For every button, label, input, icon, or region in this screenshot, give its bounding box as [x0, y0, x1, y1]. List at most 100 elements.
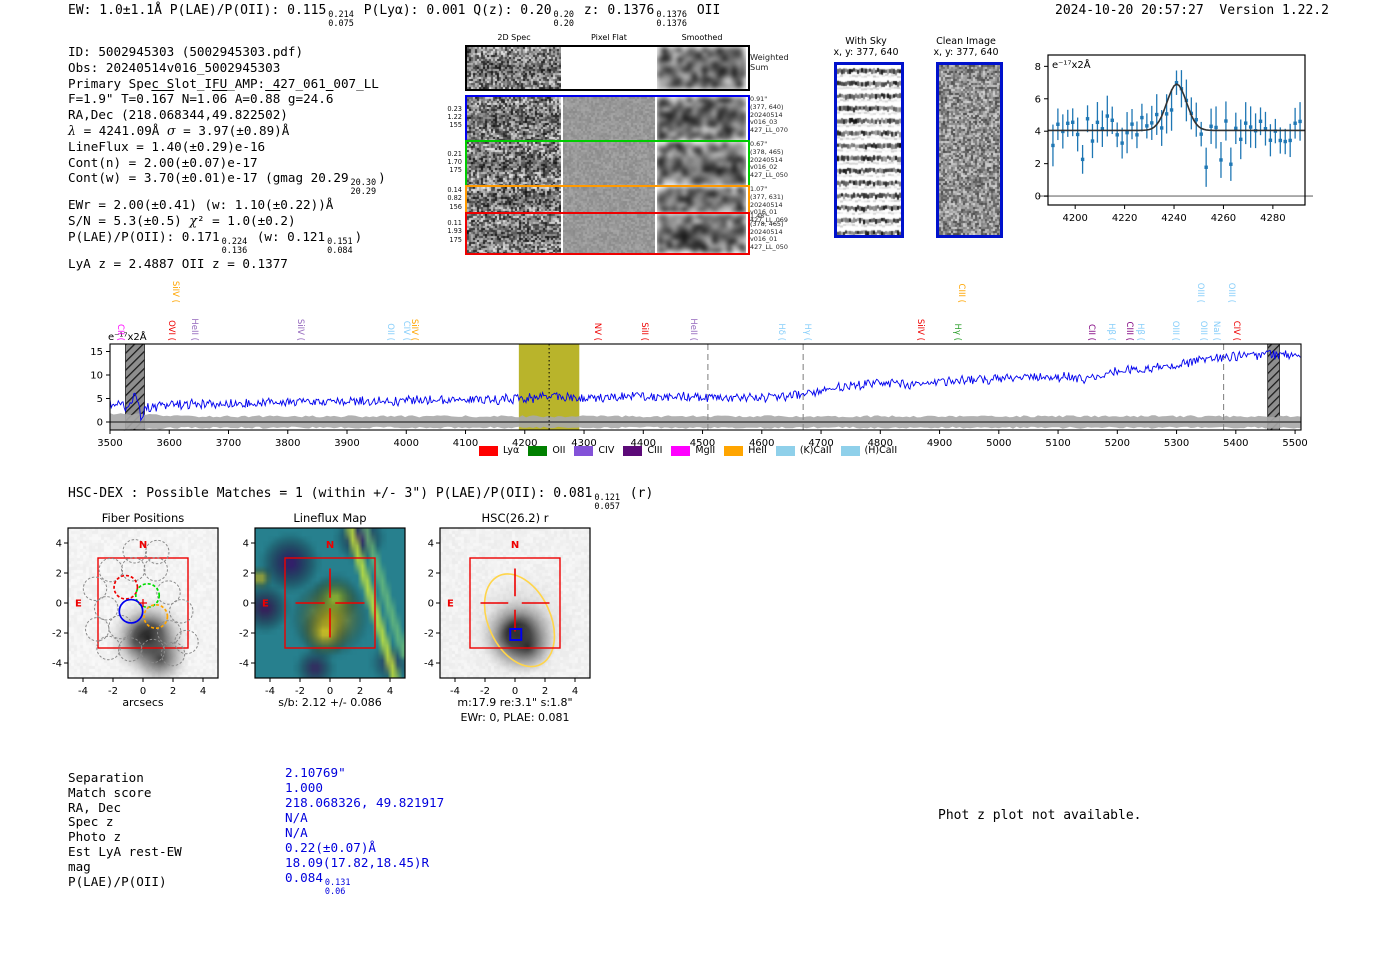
emission-line-label: HeII (: [687, 318, 698, 341]
emission-line-label: Hγ (: [802, 323, 813, 341]
legend-item: OII: [528, 445, 565, 456]
clean-image: [936, 62, 1003, 238]
detection-info-line: ID: 5002945303 (5002945303.pdf): [68, 44, 304, 59]
emission-line-label: CIV (: [1231, 320, 1242, 341]
emission-line-label: HeII (: [188, 318, 199, 341]
spec2d-image: [467, 214, 561, 253]
legend-label: CIII: [647, 445, 663, 456]
svg-text:4: 4: [56, 539, 62, 550]
detection-info: ID: 5002945303 (5002945303.pdf) Obs: 2024…: [68, 44, 386, 271]
svg-text:4000: 4000: [394, 438, 419, 449]
match-table-value: 18.09(17.82,18.45)R: [285, 855, 430, 870]
spec2d-row-weights: 0.23 1.22 155: [447, 104, 462, 130]
legend-label: (K)CaII: [799, 445, 832, 456]
clean-image-coords: x, y: 377, 640: [933, 47, 999, 58]
spec2d-row-weights: 0.14 0.82 156: [447, 186, 462, 211]
svg-text:0: 0: [243, 599, 249, 610]
match-table-label: Spec z: [68, 814, 114, 830]
svg-text:0: 0: [1035, 192, 1041, 203]
emission-line-label: OIII (: [1170, 320, 1181, 341]
svg-text:-2: -2: [424, 629, 434, 640]
stacked-uncertainty: 0.224 0.136: [221, 236, 248, 256]
svg-text:0: 0: [56, 599, 62, 610]
match-table-value: N/A: [285, 825, 308, 840]
match-table-label: mag: [68, 858, 91, 874]
spec2d-image: [563, 142, 655, 186]
match-table-label: Photo z: [68, 829, 122, 845]
spec2d-row-meta: Weighted Sum: [750, 52, 789, 72]
match-table-label: Match score: [68, 784, 152, 800]
svg-text:2: 2: [243, 569, 249, 580]
emission-line-label: OIII (: [1226, 282, 1237, 303]
line-fit-plot: 0 2 4 6 8 4200 4220 4240 4260 4280 e⁻¹⁷x2Å: [1035, 54, 1313, 224]
photz-note: Phot z plot not available.: [938, 808, 1142, 823]
svg-text:5200: 5200: [1105, 438, 1130, 449]
match-table-value: 2.10769": [285, 765, 346, 780]
svg-text:4: 4: [428, 539, 434, 550]
with-sky-coords: x, y: 377, 640: [833, 47, 899, 58]
emission-line-label: SiII (: [639, 322, 650, 341]
spec2d-row-meta: 1.48" (378, 465) 20240514 v016_01 427_LL_050: [750, 212, 788, 252]
svg-text:N: N: [511, 540, 519, 551]
svg-text:4: 4: [1035, 127, 1041, 138]
svg-text:4260: 4260: [1211, 213, 1236, 224]
detection-info-line: Obs: 20240514v016_5002945303: [68, 59, 281, 75]
svg-text:e⁻¹⁷x2Å: e⁻¹⁷x2Å: [1052, 58, 1091, 71]
match-table-value: N/A: [285, 810, 308, 825]
svg-text:2: 2: [428, 569, 434, 580]
emission-line-label: CII (: [1085, 324, 1096, 341]
match-table-value: 218.068326, 49.821917: [285, 795, 445, 810]
spec2d-image: [467, 47, 561, 89]
emission-line-label: Hβ (: [1106, 323, 1116, 341]
detection-info-line: RA,Dec (218.068344,49.822502): [68, 107, 288, 123]
svg-text:5300: 5300: [1164, 438, 1189, 449]
spec2d-image: [467, 97, 561, 141]
svg-text:E: E: [447, 599, 454, 610]
svg-text:-2: -2: [239, 629, 249, 640]
emission-line-label: SiIV (: [409, 318, 420, 341]
emission-line-label: NaI (: [1210, 320, 1221, 341]
emission-line-label: SiIV (: [169, 280, 180, 303]
spec2d-row: [465, 45, 750, 91]
spec2d-image: [467, 187, 561, 213]
spec2d-col-header: Smoothed: [681, 33, 723, 42]
emission-line-label: OIII (: [1195, 282, 1206, 303]
detection-info-line: λ = 4241.09Å σ = 3.97(±0.89)Å: [68, 122, 290, 138]
svg-text:10: 10: [90, 371, 103, 382]
detection-info-line: EWr = 2.00(±0.41) (w: 1.10(±0.22))Å: [68, 197, 334, 213]
legend-item: MgII: [671, 445, 715, 456]
legend-item: CIII: [623, 445, 662, 456]
match-table-value: 0.22(±0.07)Å: [285, 840, 376, 855]
legend-swatch: [479, 445, 498, 456]
legend-item: (H)CaII: [840, 445, 897, 456]
svg-text:-4: -4: [239, 659, 249, 670]
hsc-xlabel: m:17.9 re:3.1" s:1.8": [457, 696, 573, 709]
legend-item: Lyα: [479, 445, 519, 456]
svg-text:6: 6: [1035, 94, 1041, 105]
svg-text:E: E: [75, 599, 82, 610]
emission-line-label: Hβ (: [1134, 323, 1145, 341]
detection-info-line: LineFlux = 1.40(±0.29)e-16: [68, 138, 266, 154]
svg-text:E: E: [262, 599, 269, 610]
emission-line-label: CII (: [115, 324, 126, 341]
with-sky-title: With Sky: [845, 36, 887, 47]
stacked-uncertainty: 20.30 20.29: [350, 178, 377, 198]
svg-text:5100: 5100: [1045, 438, 1070, 449]
emission-line-label: NV (: [591, 322, 602, 341]
stacked-uncertainty: 0.121 0.057: [594, 493, 620, 512]
match-table-label: RA, Dec: [68, 799, 122, 815]
svg-text:5000: 5000: [986, 438, 1011, 449]
report-meta: 2024-10-20 20:57:27 Version 1.22.2: [1055, 3, 1329, 18]
spec2d-image: [563, 97, 655, 141]
match-table-value: 0.084 0.131 0.06: [285, 870, 351, 897]
emission-line-label: SiIV (: [915, 318, 926, 341]
svg-text:4900: 4900: [927, 438, 952, 449]
svg-text:-4: -4: [52, 659, 62, 670]
svg-text:4: 4: [243, 539, 249, 550]
spec2d-row-meta: 0.91" (377, 640) 20240514 v016_03 427_LL_070: [750, 95, 788, 135]
spec2d-col-header: Pixel Flat: [591, 33, 627, 42]
stacked-uncertainty: 0.214 0.075: [328, 10, 354, 29]
spec2d-row-weights: 0.21 1.70 175: [447, 149, 462, 175]
svg-text:5500: 5500: [1282, 438, 1307, 449]
legend-swatch: [775, 445, 795, 456]
